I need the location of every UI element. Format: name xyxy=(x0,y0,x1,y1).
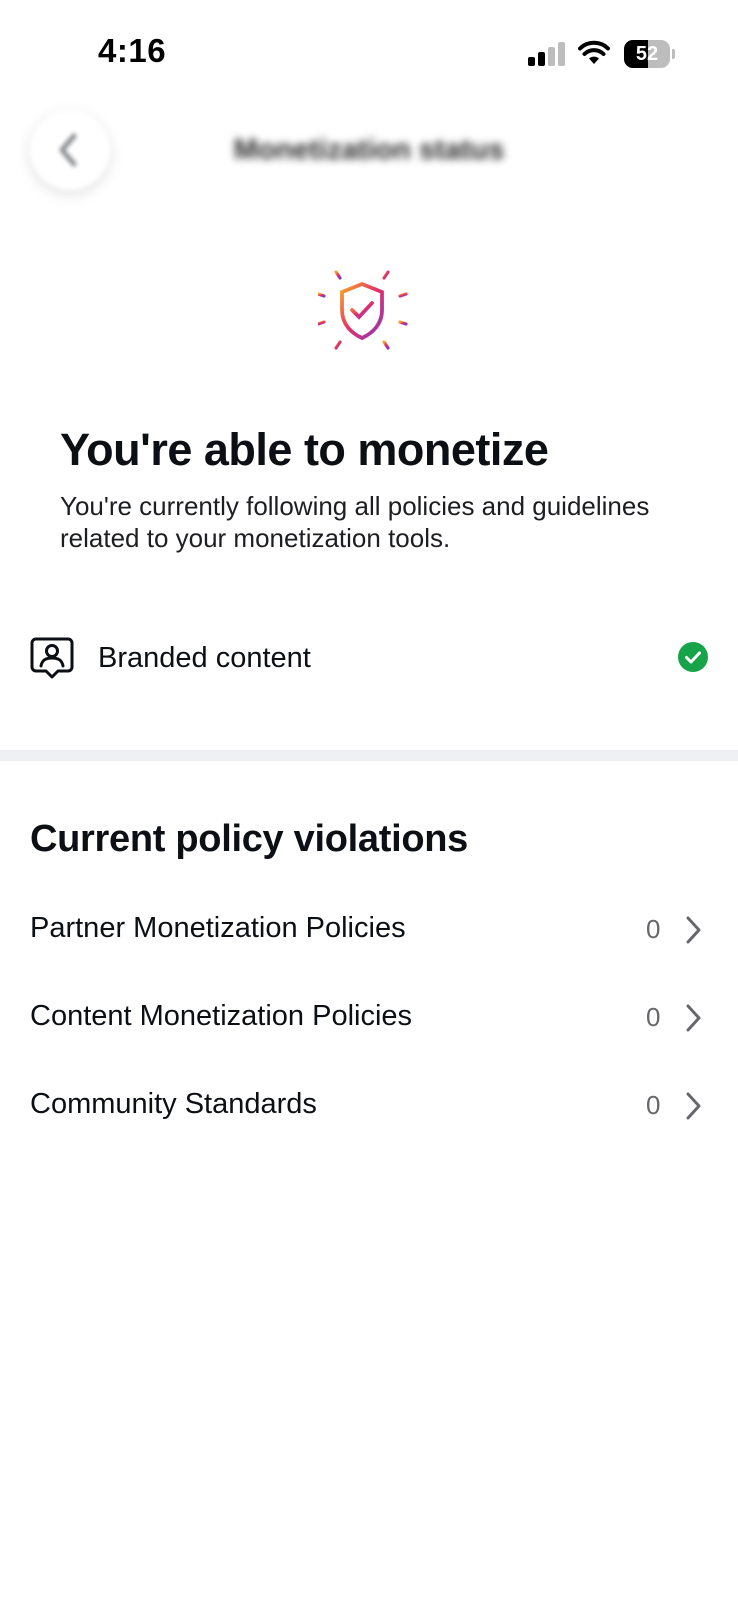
policy-label: Content Monetization Policies xyxy=(30,1000,413,1032)
status-heading: You're able to monetize xyxy=(60,424,549,475)
policy-label: Community Standards xyxy=(30,1088,317,1120)
policy-row-community-standards[interactable]: Community Standards 0 xyxy=(0,1066,738,1146)
shield-check-icon xyxy=(318,262,408,360)
branded-content-row[interactable]: Branded content xyxy=(0,612,738,702)
chevron-right-icon xyxy=(686,1004,701,1032)
check-circle-icon xyxy=(678,642,708,672)
policy-row-partner-monetization[interactable]: Partner Monetization Policies 0 xyxy=(0,890,738,970)
cellular-signal-icon xyxy=(528,42,568,66)
violation-count: 0 xyxy=(646,914,661,944)
chevron-right-icon xyxy=(686,916,701,944)
battery-level: 52 xyxy=(635,43,659,65)
page-title: Monetization status xyxy=(233,134,505,166)
violation-count: 0 xyxy=(646,1002,661,1032)
chevron-right-icon xyxy=(686,1092,701,1120)
battery-icon: 52 xyxy=(624,40,676,68)
branded-content-icon xyxy=(30,637,74,679)
policy-row-content-monetization[interactable]: Content Monetization Policies 0 xyxy=(0,978,738,1058)
status-time: 4:16 xyxy=(98,32,167,69)
violations-heading: Current policy violations xyxy=(30,818,469,860)
policy-label: Partner Monetization Policies xyxy=(30,912,406,944)
wifi-icon xyxy=(578,40,610,64)
section-divider xyxy=(0,750,738,761)
status-description: You're currently following all policies … xyxy=(60,491,650,553)
violation-count: 0 xyxy=(646,1090,661,1120)
branded-content-label: Branded content xyxy=(98,642,311,674)
